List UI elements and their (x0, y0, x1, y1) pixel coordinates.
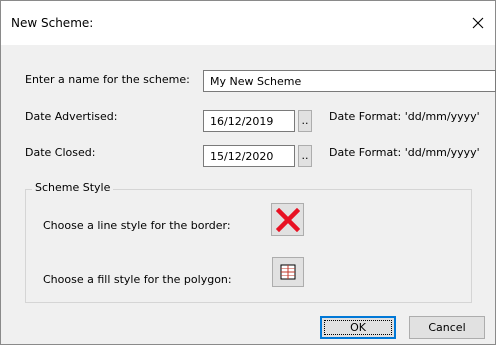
date-advertised-picker-button[interactable]: .. (298, 110, 312, 132)
close-icon (472, 17, 484, 29)
fill-style-label: Choose a fill style for the polygon: (43, 273, 232, 286)
date-advertised-format-hint: Date Format: 'dd/mm/yyyy' (329, 110, 480, 123)
grid-fill-icon (280, 264, 296, 280)
close-button[interactable] (461, 1, 495, 45)
scheme-name-label: Enter a name for the scheme: (25, 73, 190, 86)
date-closed-picker-button[interactable]: .. (298, 145, 312, 167)
date-closed-label: Date Closed: (25, 146, 96, 159)
date-advertised-label: Date Advertised: (25, 110, 118, 123)
date-closed-input[interactable] (203, 145, 295, 167)
scheme-name-input[interactable] (203, 70, 496, 92)
cancel-button[interactable]: Cancel (409, 316, 485, 339)
date-advertised-input[interactable] (203, 110, 295, 132)
fill-style-button[interactable] (272, 257, 304, 287)
scheme-style-title: Scheme Style (32, 181, 114, 194)
red-x-icon (275, 207, 300, 232)
border-style-button[interactable] (271, 203, 304, 236)
new-scheme-dialog: New Scheme: Enter a name for the scheme:… (0, 0, 496, 345)
ok-button[interactable]: OK (320, 316, 396, 339)
border-style-label: Choose a line style for the border: (43, 219, 231, 232)
window-title: New Scheme: (11, 16, 94, 30)
ok-button-label: OK (350, 321, 366, 334)
date-closed-format-hint: Date Format: 'dd/mm/yyyy' (329, 146, 480, 159)
cancel-button-label: Cancel (428, 321, 466, 334)
title-bar: New Scheme: (1, 1, 495, 45)
